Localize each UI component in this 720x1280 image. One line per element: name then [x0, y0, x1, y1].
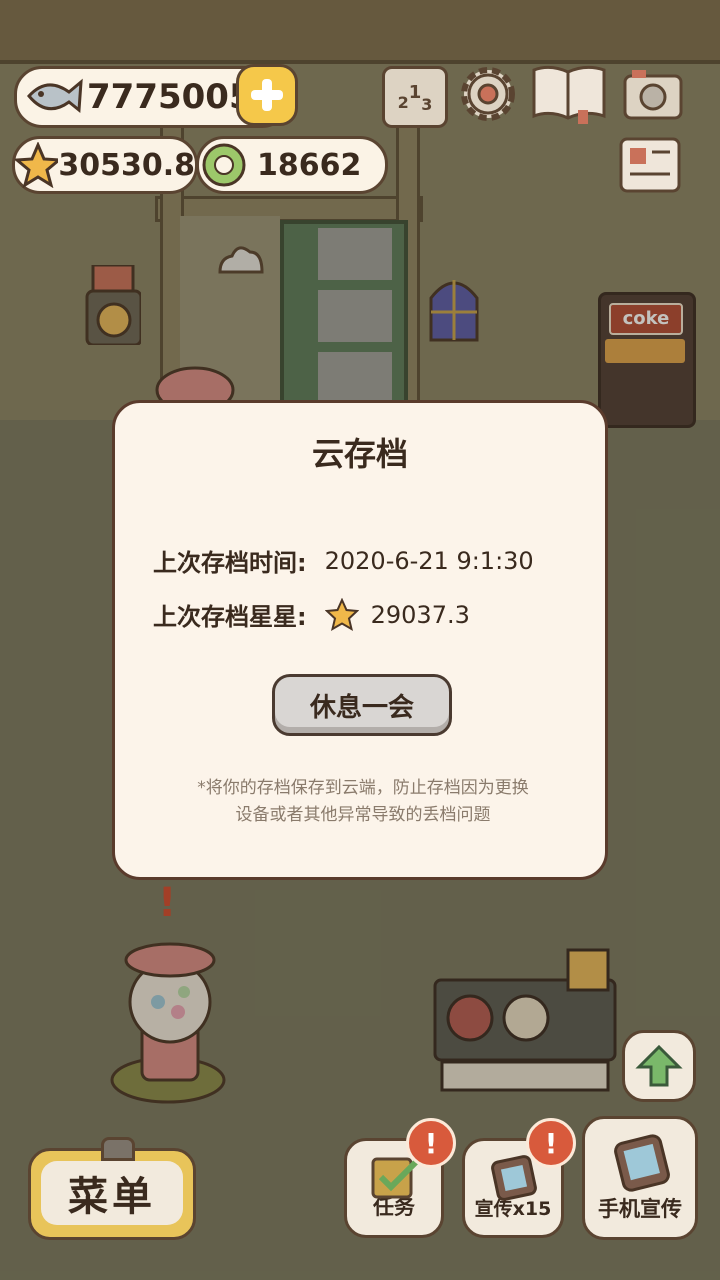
star-icon: [15, 142, 59, 188]
plus-icon: [251, 79, 283, 111]
menu-button[interactable]: 菜单: [28, 1137, 196, 1240]
promo-badge: !: [526, 1118, 576, 1168]
flyer-icon: [491, 1155, 537, 1201]
coin-icon: [202, 143, 246, 187]
last-save-stars-row: 上次存档星星: 29037.3: [153, 597, 470, 632]
dialog-title: 云存档: [311, 435, 408, 473]
coin-currency-bar: 18662: [196, 136, 388, 194]
arrow-up-icon: [635, 1044, 683, 1087]
gear-icon[interactable]: [456, 62, 520, 126]
phone-promo-label: 手机宣传: [598, 1197, 682, 1221]
checklist-icon: [371, 1157, 420, 1199]
newspaper-icon[interactable]: [618, 136, 682, 194]
last-save-time-label: 上次存档时间:: [153, 549, 307, 577]
last-save-time-value: 2020-6-21 9:1:30: [324, 546, 534, 575]
ranking-digit-1: 1: [408, 81, 422, 103]
note-line-1: *将你的存档保存到云端，防止存档因为更换: [197, 778, 529, 798]
note-line-2: 设备或者其他异常导致的丢档问题: [235, 805, 491, 825]
star-icon: [324, 597, 359, 631]
ranking-digit-2: 2: [397, 92, 409, 112]
tasks-badge: !: [406, 1118, 456, 1168]
phone-icon: [614, 1134, 670, 1192]
last-save-time-row: 上次存档时间: 2020-6-21 9:1:30: [153, 543, 534, 578]
ranking-digit-3: 3: [421, 94, 433, 114]
menu-label: 菜单: [41, 1161, 183, 1225]
book-icon[interactable]: [530, 62, 608, 126]
last-save-stars-value: 29037.3: [370, 600, 470, 629]
star-count: 30530.8: [58, 147, 195, 183]
cloud-save-dialog: 云存档 上次存档时间: 2020-6-21 9:1:30 上次存档星星: 290…: [112, 400, 608, 880]
rest-button[interactable]: 休息一会: [272, 674, 452, 736]
add-fish-button[interactable]: [236, 64, 298, 126]
ranking-button[interactable]: 2 1 3: [382, 66, 448, 128]
fish-icon: [27, 78, 83, 113]
expand-up-button[interactable]: [622, 1030, 696, 1102]
dialog-note: *将你的存档保存到云端，防止存档因为更换 设备或者其他异常导致的丢档问题: [155, 775, 571, 829]
last-save-stars-label: 上次存档星星:: [153, 603, 307, 631]
fish-count: 7775005: [87, 77, 253, 117]
coin-count: 18662: [257, 147, 362, 183]
phone-promo-button[interactable]: 手机宣传: [582, 1116, 698, 1240]
star-currency-bar: 30530.8: [12, 136, 198, 194]
camera-icon[interactable]: [622, 66, 684, 122]
clipboard-clip: [101, 1137, 135, 1161]
